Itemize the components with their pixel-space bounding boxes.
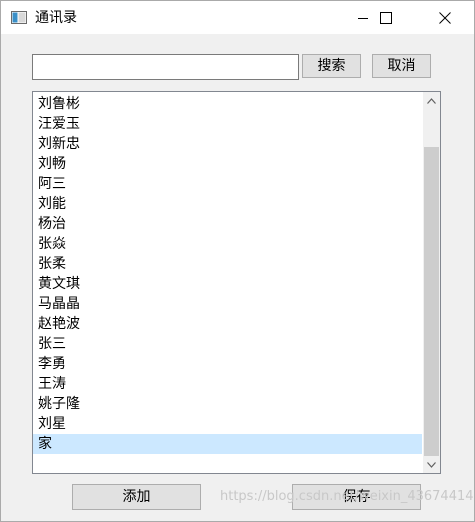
address-book-window: 通讯录 搜索 取消 刘鲁彬 汪爱玉 刘新忠 刘畅 阿三 刘能 杨治 张焱 张柔 黄文琪 马晶晶 赵艳波… — [0, 0, 475, 522]
search-input[interactable] — [32, 54, 299, 80]
contact-list-item[interactable]: 赵艳波 — [33, 314, 422, 334]
contact-list-item[interactable]: 张焱 — [33, 234, 422, 254]
contact-list-item[interactable]: 王涛 — [33, 374, 422, 394]
scroll-thumb[interactable] — [424, 147, 439, 456]
contact-list-item[interactable]: 黄文琪 — [33, 274, 422, 294]
contact-list-item[interactable]: 刘能 — [33, 194, 422, 214]
contact-list-item[interactable]: 张三 — [33, 334, 422, 354]
maximize-button[interactable] — [363, 1, 409, 34]
save-button[interactable]: 保存 — [292, 484, 421, 510]
contact-list-item[interactable]: 马晶晶 — [33, 294, 422, 314]
scroll-down-button[interactable] — [423, 456, 440, 473]
contact-list-item[interactable]: 刘新忠 — [33, 134, 422, 154]
contact-list[interactable]: 刘鲁彬 汪爱玉 刘新忠 刘畅 阿三 刘能 杨治 张焱 张柔 黄文琪 马晶晶 赵艳波 张三 李勇 王涛 姚子隆刘… — [32, 91, 441, 474]
maximize-icon — [380, 11, 392, 24]
app-window-icon — [11, 11, 27, 24]
contact-list-item[interactable]: 刘星 — [33, 414, 422, 434]
close-button[interactable] — [422, 1, 468, 34]
contact-list-item[interactable]: 阿三 — [33, 174, 422, 194]
title-bar[interactable]: 通讯录 — [1, 1, 474, 34]
contact-list-item[interactable]: 汪爱玉 — [33, 114, 422, 134]
scroll-up-button[interactable] — [423, 92, 440, 109]
contact-list-item[interactable]: 杨治 — [33, 214, 422, 234]
contact-list-item[interactable]: 家 — [33, 434, 422, 454]
chevron-down-icon — [427, 461, 436, 468]
vertical-scrollbar[interactable] — [423, 92, 440, 473]
contact-list-item[interactable]: 张柔 — [33, 254, 422, 274]
chevron-up-icon — [427, 97, 436, 104]
contact-list-item[interactable]: 李勇 — [33, 354, 422, 374]
search-button[interactable]: 搜索 — [302, 54, 361, 78]
add-button[interactable]: 添加 — [72, 484, 201, 510]
contact-list-item[interactable]: 刘畅 — [33, 154, 422, 174]
window-title: 通讯录 — [35, 10, 77, 26]
contact-list-item[interactable]: 姚子隆 — [33, 394, 422, 414]
close-icon — [439, 11, 451, 24]
contact-list-item[interactable]: 刘鲁彬 — [33, 94, 422, 114]
cancel-button[interactable]: 取消 — [372, 54, 431, 78]
